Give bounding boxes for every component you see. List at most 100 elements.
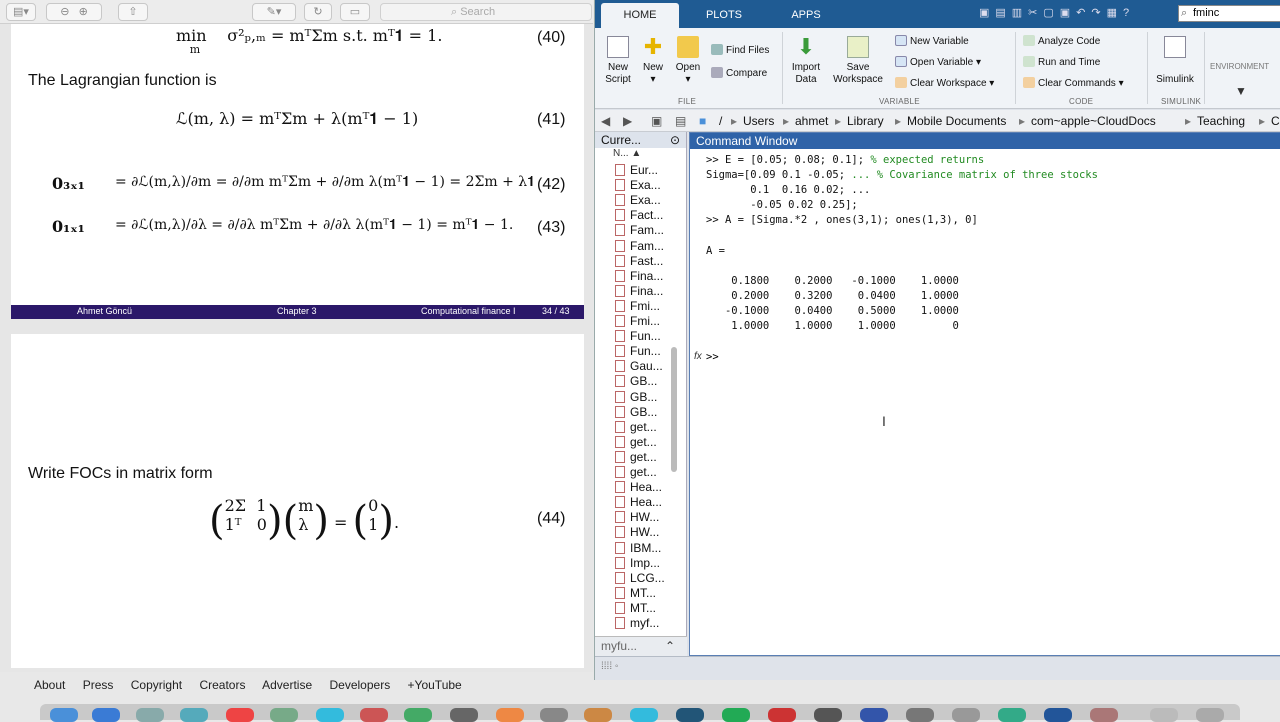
file-list-item[interactable]: Fina... <box>615 269 663 284</box>
zoom-out-icon[interactable]: ⊖ <box>60 6 69 18</box>
save-workspace-button[interactable]: Save Workspace <box>831 36 885 86</box>
run-and-time-button[interactable]: Run and Time <box>1023 56 1100 68</box>
file-list-item[interactable]: Fmi... <box>615 314 660 329</box>
panel-options-icon[interactable]: ⊙ <box>670 132 680 148</box>
zoom-buttons[interactable]: ⊖ ⊕ <box>46 3 102 21</box>
sidebar-toggle-button[interactable]: ▤▾ <box>6 3 36 21</box>
column-header-name[interactable]: N... ▲ <box>613 148 641 159</box>
file-list-item[interactable]: Hea... <box>615 480 662 495</box>
file-list-item[interactable]: get... <box>615 465 657 480</box>
file-list-item[interactable]: Exa... <box>615 178 661 193</box>
file-icon <box>615 571 625 584</box>
compare-button[interactable]: Compare <box>711 67 767 79</box>
link-about[interactable]: About <box>34 678 65 692</box>
zoom-in-icon[interactable]: ⊕ <box>79 6 88 18</box>
open-variable-button[interactable]: Open Variable ▾ <box>895 56 981 68</box>
file-list-item[interactable]: Gau... <box>615 359 663 374</box>
file-list-item[interactable]: MT... <box>615 586 656 601</box>
file-icon <box>615 194 625 207</box>
path-mobile-documents[interactable]: Mobile Documents <box>907 114 1006 128</box>
documentation-search-input[interactable]: ⌕ fminc <box>1178 5 1280 22</box>
up-folder-icon[interactable]: ▣ <box>651 114 662 128</box>
toolbox-icon[interactable]: ▭ <box>340 3 370 21</box>
file-details-bar[interactable]: myfu... ⌃ <box>595 636 687 656</box>
path-clouddocs[interactable]: com~apple~CloudDocs <box>1031 114 1156 128</box>
simulink-button[interactable]: Simulink <box>1153 36 1197 86</box>
tab-apps[interactable]: APPS <box>769 3 843 28</box>
file-list-item[interactable]: Hea... <box>615 495 662 510</box>
file-list-item[interactable]: Fact... <box>615 208 663 223</box>
file-list-item[interactable]: HW... <box>615 510 659 525</box>
browse-folder-icon[interactable]: ▤ <box>675 114 686 128</box>
open-variable-icon <box>895 56 907 67</box>
file-list-item[interactable]: Fam... <box>615 223 664 238</box>
import-data-button[interactable]: ⬇ Import Data <box>787 36 825 86</box>
environment-button[interactable]: ENVIRONMENT <box>1210 62 1269 71</box>
eq-number-40: (40) <box>537 29 566 46</box>
chevron-up-icon[interactable]: ⌃ <box>665 637 675 655</box>
file-list-item[interactable]: Fam... <box>615 239 664 254</box>
tab-home[interactable]: HOME <box>601 3 679 28</box>
ribbon: New Script ✚ New ▾ Open ▾ Find Files Compar… <box>595 28 1280 109</box>
ribbon-divider <box>782 32 783 104</box>
clear-workspace-button[interactable]: Clear Workspace ▾ <box>895 77 994 89</box>
command-window[interactable]: Command Window >> E = [0.05; 0.08; 0.1];… <box>689 132 1280 656</box>
link-developers[interactable]: Developers <box>330 678 391 692</box>
link-advertise[interactable]: Advertise <box>262 678 312 692</box>
collapse-ribbon-icon[interactable]: ▼ <box>1235 84 1247 98</box>
new-button[interactable]: ✚ New ▾ <box>639 36 667 86</box>
file-list-item[interactable]: Fmi... <box>615 299 660 314</box>
file-list-item[interactable]: IBM... <box>615 541 661 556</box>
file-list-item[interactable]: Eur... <box>615 163 658 178</box>
tab-plots[interactable]: PLOTS <box>687 3 761 28</box>
rotate-icon[interactable]: ↻ <box>304 3 332 21</box>
file-list-item[interactable]: Exa... <box>615 193 661 208</box>
search-input[interactable]: ⌕ Search <box>380 3 592 21</box>
path-teaching[interactable]: Teaching <box>1197 114 1245 128</box>
link-creators[interactable]: Creators <box>199 678 245 692</box>
file-icon <box>615 360 625 373</box>
analyze-code-button[interactable]: Analyze Code <box>1023 35 1100 47</box>
open-button[interactable]: Open ▾ <box>673 36 703 86</box>
quick-access-icons[interactable]: ▣▤▥✂▢▣↶↷▦? <box>979 6 1169 22</box>
new-script-button[interactable]: New Script <box>601 36 635 86</box>
file-list-item[interactable]: Imp... <box>615 556 660 571</box>
file-icon <box>615 420 625 433</box>
file-list-item[interactable]: GB... <box>615 390 657 405</box>
link-copyright[interactable]: Copyright <box>131 678 182 692</box>
file-list-item[interactable]: GB... <box>615 405 657 420</box>
file-list-item[interactable]: Fast... <box>615 254 663 269</box>
command-prompt[interactable]: >> <box>706 351 719 363</box>
path-cf-tu[interactable]: CF Tu <box>1271 114 1280 128</box>
file-list-item[interactable]: Fina... <box>615 284 663 299</box>
link-press[interactable]: Press <box>83 678 114 692</box>
file-list-item[interactable]: HW... <box>615 525 659 540</box>
share-icon[interactable]: ⇧ <box>118 3 148 21</box>
search-icon: ⌕ <box>1181 7 1188 19</box>
file-list-item[interactable]: get... <box>615 420 657 435</box>
file-list-item[interactable]: LCG... <box>615 571 665 586</box>
path-ahmet[interactable]: ahmet <box>795 114 828 128</box>
file-list-item[interactable]: MT... <box>615 601 656 616</box>
path-root[interactable]: / <box>719 114 722 128</box>
file-list-item[interactable]: Fun... <box>615 329 661 344</box>
file-list-item[interactable]: get... <box>615 450 657 465</box>
path-library[interactable]: Library <box>847 114 884 128</box>
link-plus-youtube[interactable]: +YouTube <box>408 678 462 692</box>
new-variable-button[interactable]: New Variable <box>895 35 969 47</box>
function-browser-icon[interactable]: fx <box>694 351 702 362</box>
file-list-scrollbar[interactable] <box>671 347 677 472</box>
file-icon <box>615 541 625 554</box>
simulink-icon <box>1164 36 1186 58</box>
file-list-item[interactable]: Fun... <box>615 344 661 359</box>
markup-pen-icon[interactable]: ✎▾ <box>252 3 296 21</box>
find-files-button[interactable]: Find Files <box>711 44 769 56</box>
back-icon[interactable]: ◀ <box>601 114 610 128</box>
file-list-item[interactable]: get... <box>615 435 657 450</box>
file-list-item[interactable]: GB... <box>615 374 657 389</box>
forward-icon[interactable]: ▶ <box>623 114 632 128</box>
clear-commands-button[interactable]: Clear Commands ▾ <box>1023 77 1124 89</box>
compare-icon <box>711 67 723 78</box>
path-users[interactable]: Users <box>743 114 774 128</box>
file-list-item[interactable]: myf... <box>615 616 659 631</box>
